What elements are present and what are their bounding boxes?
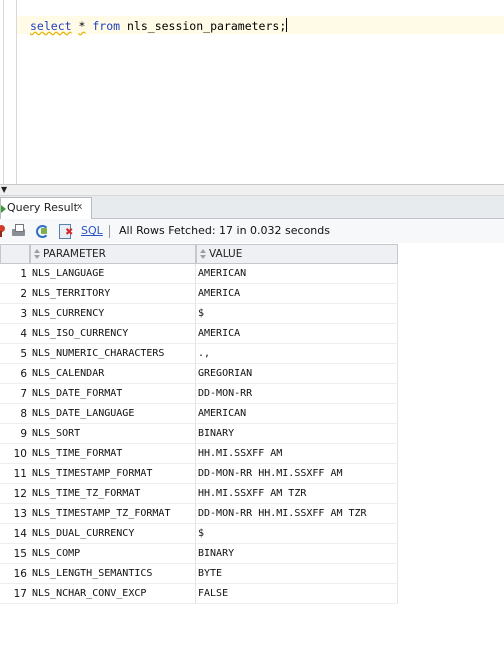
row-number[interactable]: 9 xyxy=(0,424,30,444)
row-number[interactable]: 5 xyxy=(0,344,30,364)
tab-query-result-label: Query Result xyxy=(7,201,78,214)
row-number[interactable]: 3 xyxy=(0,304,30,324)
cell-parameter[interactable]: NLS_COMP xyxy=(30,544,196,564)
cell-value[interactable]: AMERICA xyxy=(196,284,398,304)
row-number[interactable]: 2 xyxy=(0,284,30,304)
sql-keyword-select: select xyxy=(30,19,72,33)
print-icon[interactable] xyxy=(11,223,27,239)
column-header-value[interactable]: VALUE xyxy=(196,244,398,264)
cell-parameter[interactable]: NLS_DUAL_CURRENCY xyxy=(30,524,196,544)
cell-value[interactable]: DD-MON-RR xyxy=(196,384,398,404)
cell-parameter[interactable]: NLS_CALENDAR xyxy=(30,364,196,384)
cell-parameter[interactable]: NLS_LANGUAGE xyxy=(30,264,196,284)
table-row[interactable]: 12 NLS_TIME_TZ_FORMAT HH.MI.SSXFF AM TZR xyxy=(0,484,398,504)
row-number[interactable]: 6 xyxy=(0,364,30,384)
column-header-parameter[interactable]: PARAMETER xyxy=(30,244,196,264)
table-row[interactable]: 1 NLS_LANGUAGE AMERICAN xyxy=(0,264,398,284)
sql-star: * xyxy=(78,19,86,33)
cell-parameter[interactable]: NLS_LENGTH_SEMANTICS xyxy=(30,564,196,584)
sql-button[interactable]: SQL xyxy=(81,224,103,237)
table-row[interactable]: 11 NLS_TIMESTAMP_FORMAT DD-MON-RR HH.MI.SS… xyxy=(0,464,398,484)
cell-value[interactable]: GREGORIAN xyxy=(196,364,398,384)
cell-parameter[interactable]: NLS_SORT xyxy=(30,424,196,444)
row-number[interactable]: 11 xyxy=(0,464,30,484)
row-number[interactable]: 8 xyxy=(0,404,30,424)
cell-parameter[interactable]: NLS_TIMESTAMP_FORMAT xyxy=(30,464,196,484)
refresh-icon[interactable] xyxy=(34,223,50,239)
table-row[interactable]: 15 NLS_COMP BINARY xyxy=(0,544,398,564)
cell-value[interactable]: BYTE xyxy=(196,564,398,584)
tab-close-button[interactable]: x xyxy=(77,197,82,217)
play-icon xyxy=(1,205,6,213)
results-tab-bar: Query Result x xyxy=(0,196,504,219)
cell-value[interactable]: BINARY xyxy=(196,424,398,444)
sql-statement[interactable]: select * from nls_session_parameters; xyxy=(30,18,288,33)
sort-icon[interactable] xyxy=(199,249,206,260)
row-number[interactable]: 16 xyxy=(0,564,30,584)
cell-parameter[interactable]: NLS_TIME_TZ_FORMAT xyxy=(30,484,196,504)
tab-query-result[interactable]: Query Result x xyxy=(0,197,92,219)
cell-parameter[interactable]: NLS_NUMERIC_CHARACTERS xyxy=(30,344,196,364)
table-row[interactable]: 3 NLS_CURRENCY $ xyxy=(0,304,398,324)
row-number[interactable]: 14 xyxy=(0,524,30,544)
column-header-label: VALUE xyxy=(209,248,243,260)
fetch-status: All Rows Fetched: 17 in 0.032 seconds xyxy=(119,224,330,237)
cell-value[interactable]: BINARY xyxy=(196,544,398,564)
pin-icon[interactable] xyxy=(0,223,6,239)
editor-results-splitter[interactable]: ▼ xyxy=(0,184,504,196)
sort-icon[interactable] xyxy=(33,249,40,260)
cell-value[interactable]: ., xyxy=(196,344,398,364)
table-row[interactable]: 8 NLS_DATE_LANGUAGE AMERICAN xyxy=(0,404,398,424)
grid-rows: 1 NLS_LANGUAGE AMERICAN 2 NLS_TERRITORY AMERI… xyxy=(0,264,398,604)
table-row[interactable]: 6 NLS_CALENDAR GREGORIAN xyxy=(0,364,398,384)
table-row[interactable]: 2 NLS_TERRITORY AMERICA xyxy=(0,284,398,304)
row-number[interactable]: 13 xyxy=(0,504,30,524)
cell-value[interactable]: AMERICAN xyxy=(196,264,398,284)
cell-parameter[interactable]: NLS_ISO_CURRENCY xyxy=(30,324,196,344)
export-icon[interactable] xyxy=(57,223,75,239)
cell-value[interactable]: DD-MON-RR HH.MI.SSXFF AM xyxy=(196,464,398,484)
cell-parameter[interactable]: NLS_DATE_FORMAT xyxy=(30,384,196,404)
table-row[interactable]: 9 NLS_SORT BINARY xyxy=(0,424,398,444)
cell-parameter[interactable]: NLS_TIME_FORMAT xyxy=(30,444,196,464)
table-row[interactable]: 7 NLS_DATE_FORMAT DD-MON-RR xyxy=(0,384,398,404)
table-row[interactable]: 10 NLS_TIME_FORMAT HH.MI.SSXFF AM xyxy=(0,444,398,464)
row-number[interactable]: 7 xyxy=(0,384,30,404)
table-row[interactable]: 16 NLS_LENGTH_SEMANTICS BYTE xyxy=(0,564,398,584)
table-row[interactable]: 13 NLS_TIMESTAMP_TZ_FORMAT DD-MON-RR HH.MI… xyxy=(0,504,398,524)
toolbar-divider xyxy=(109,225,110,238)
cell-parameter[interactable]: NLS_CURRENCY xyxy=(30,304,196,324)
column-header-label: PARAMETER xyxy=(43,248,106,260)
row-number[interactable]: 17 xyxy=(0,584,30,604)
row-number[interactable]: 4 xyxy=(0,324,30,344)
cell-value[interactable]: $ xyxy=(196,304,398,324)
cell-value[interactable]: FALSE xyxy=(196,584,398,604)
table-row[interactable]: 17 NLS_NCHAR_CONV_EXCP FALSE xyxy=(0,584,398,604)
table-row[interactable]: 14 NLS_DUAL_CURRENCY $ xyxy=(0,524,398,544)
sql-keyword-from: from xyxy=(92,19,121,33)
row-number[interactable]: 15 xyxy=(0,544,30,564)
table-row[interactable]: 4 NLS_ISO_CURRENCY AMERICA xyxy=(0,324,398,344)
cell-parameter[interactable]: NLS_DATE_LANGUAGE xyxy=(30,404,196,424)
cell-parameter[interactable]: NLS_NCHAR_CONV_EXCP xyxy=(30,584,196,604)
row-number[interactable]: 12 xyxy=(0,484,30,504)
results-toolbar: SQL All Rows Fetched: 17 in 0.032 second… xyxy=(0,219,504,243)
cell-value[interactable]: AMERICAN xyxy=(196,404,398,424)
collapse-arrow-icon[interactable]: ▼ xyxy=(1,186,7,194)
cell-value[interactable]: $ xyxy=(196,524,398,544)
cell-value[interactable]: HH.MI.SSXFF AM TZR xyxy=(196,484,398,504)
cell-value[interactable]: HH.MI.SSXFF AM xyxy=(196,444,398,464)
row-number[interactable]: 10 xyxy=(0,444,30,464)
table-row[interactable]: 5 NLS_NUMERIC_CHARACTERS., xyxy=(0,344,398,364)
cell-value[interactable]: AMERICA xyxy=(196,324,398,344)
row-number-header[interactable] xyxy=(0,244,30,264)
row-number[interactable]: 1 xyxy=(0,264,30,284)
text-caret xyxy=(286,18,288,32)
sql-editor[interactable]: select * from nls_session_parameters; xyxy=(0,0,504,184)
gutter-divider xyxy=(3,0,4,184)
cell-value[interactable]: DD-MON-RR HH.MI.SSXFF AM TZR xyxy=(196,504,398,524)
sql-table-name: nls_session_parameters; xyxy=(127,19,287,33)
cell-parameter[interactable]: NLS_TIMESTAMP_TZ_FORMAT xyxy=(30,504,196,524)
cell-parameter[interactable]: NLS_TERRITORY xyxy=(30,284,196,304)
